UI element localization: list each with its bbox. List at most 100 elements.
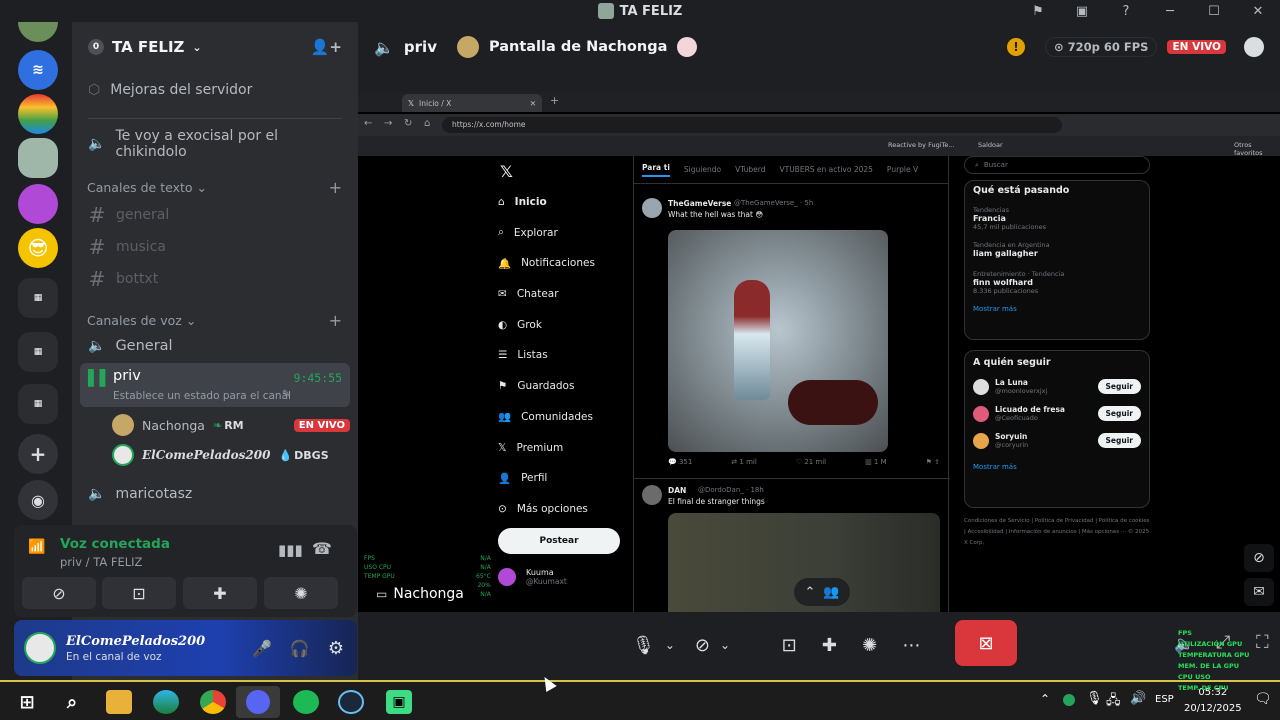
chevron-down-icon[interactable]: ⌄	[720, 638, 730, 652]
search-icon[interactable]: ⌕	[59, 690, 85, 714]
bookmark-icon[interactable]: ⚑ ⇪	[926, 458, 940, 466]
nav-inicio[interactable]: ⌂ Inicio	[498, 187, 628, 218]
app-icon[interactable]: ▣	[386, 690, 412, 714]
server-icon[interactable]	[18, 94, 58, 134]
voice-channel-maricotasz[interactable]: 🔈 maricotasz	[72, 482, 208, 506]
steam-icon[interactable]	[338, 690, 364, 714]
follow-suggestion[interactable]: La Luna @moonloverxjxj Seguir	[973, 378, 1141, 395]
trend-item[interactable]: Entretenimiento · Tendencia finn wolfhard…	[973, 270, 1141, 295]
chat-bubble-icon[interactable]	[1244, 37, 1264, 57]
pin-icon[interactable]: ▣	[1060, 4, 1104, 19]
voice-channel-general[interactable]: 🔈 General	[72, 334, 189, 358]
mic-control[interactable]: 🎙 ⌄ ⊘ ⌄	[618, 622, 738, 668]
channel-status-hint[interactable]: Establece un estado para el canal	[113, 390, 291, 402]
bookmark-item[interactable]: Reactive by FugiTe...	[888, 141, 955, 149]
reload-icon[interactable]: ↻	[404, 118, 412, 129]
maximize-button[interactable]: ☐	[1192, 4, 1236, 19]
channel-announcement[interactable]: 🔈 Te voy a exocisal por el chikindolo	[72, 128, 358, 160]
fullscreen-icon[interactable]: ⛶	[1256, 632, 1269, 653]
new-tab-icon[interactable]: +	[550, 94, 559, 107]
voice-status[interactable]: Voz conectada	[60, 536, 170, 552]
chevron-down-icon[interactable]: ⌄	[665, 638, 675, 652]
repost-icon[interactable]: ⇄ 1 mil	[731, 458, 756, 466]
close-button[interactable]: ✕	[1236, 4, 1280, 19]
server-icon[interactable]: ≋	[18, 50, 58, 90]
category-voice[interactable]: Canales de voz ⌄ +	[72, 310, 358, 330]
tab-para-ti[interactable]: Para ti	[642, 163, 670, 177]
nav-notificaciones[interactable]: 🔔 Notificaciones	[498, 248, 628, 279]
show-more-link[interactable]: Mostrar más	[973, 305, 1141, 313]
status-dot-icon[interactable]	[1063, 694, 1075, 706]
invite-people-icon[interactable]: 👤+	[311, 38, 342, 56]
soundboard-button[interactable]: ✺	[264, 577, 338, 609]
trend-item[interactable]: Tendencias Francia 45,7 mil publicaciones	[973, 206, 1141, 231]
tab-purple[interactable]: Purple V	[887, 165, 918, 174]
avatar[interactable]	[24, 632, 56, 664]
stream-view[interactable]: 𝕏 Inicio / X ✕ + ← → ↻ ⌂ https://x.com/h…	[358, 92, 1280, 612]
help-icon[interactable]: ?	[1104, 4, 1148, 19]
camera-off-icon[interactable]: ⊘	[695, 635, 710, 656]
tab-siguiendo[interactable]: Siguiendo	[684, 165, 721, 174]
tab-vtubers[interactable]: VTUBERS en activo 2025	[779, 165, 872, 174]
search-input[interactable]: ⌕ Buscar	[964, 156, 1150, 174]
noise-suppression-icon[interactable]: ▮▮▮	[278, 541, 303, 559]
edge-icon[interactable]	[153, 690, 179, 714]
inbox-icon[interactable]: ⚑	[1016, 4, 1060, 19]
server-folder[interactable]: ▦	[18, 332, 58, 372]
add-channel-icon[interactable]: +	[329, 311, 342, 330]
channel-musica[interactable]: # musica	[72, 234, 182, 260]
follow-button[interactable]: Seguir	[1097, 406, 1141, 421]
post-button[interactable]: Postear	[498, 528, 620, 555]
voice-location[interactable]: priv / TA FELIZ	[60, 555, 142, 569]
pencil-icon[interactable]: ✎	[282, 389, 290, 400]
address-field[interactable]: https://x.com/home	[442, 117, 1062, 133]
reply-icon[interactable]: 💬 351	[668, 458, 692, 466]
chrome-icon[interactable]	[200, 690, 226, 714]
add-channel-icon[interactable]: +	[329, 178, 342, 197]
tweet[interactable]: DAN @DordoDan_ · 18h El final de strange…	[634, 478, 950, 612]
chevron-up-icon[interactable]: ⌃	[1040, 692, 1050, 706]
bookmark-item[interactable]: Saldoar	[978, 141, 1003, 149]
follow-suggestion[interactable]: Licuado de fresa @Ceoficuado Seguir	[973, 405, 1141, 422]
expand-participants-button[interactable]: ⌃ 👥	[794, 578, 850, 606]
discord-icon[interactable]	[236, 686, 280, 718]
browser-tab[interactable]: 𝕏 Inicio / X ✕	[402, 94, 542, 112]
nav-listas[interactable]: ☰ Listas	[498, 340, 628, 371]
settings-gear-icon[interactable]: ⚙	[328, 638, 344, 659]
server-folder[interactable]: ▦	[18, 278, 58, 318]
tab-vtuberd[interactable]: VTuberd	[735, 165, 765, 174]
inbox-button[interactable]: ✉	[1244, 578, 1274, 606]
bookmark-item[interactable]: Otros favoritos	[1234, 141, 1280, 157]
x-logo-icon[interactable]: 𝕏	[498, 156, 628, 187]
action-controls[interactable]: ⊡ ✚ ✺ ⋯	[760, 622, 942, 668]
network-icon[interactable]: 🖧	[1106, 691, 1121, 713]
spotify-icon[interactable]	[293, 690, 319, 714]
nav-grok[interactable]: ◐ Grok	[498, 309, 628, 340]
follow-suggestion[interactable]: Soryuin @coryurin Seguir	[973, 432, 1141, 449]
server-folder[interactable]: ▦	[18, 384, 58, 424]
headphones-icon[interactable]: 🎧	[290, 639, 310, 658]
tweet[interactable]: TheGameVerse @TheGameVerse_ · 5h What th…	[634, 192, 950, 472]
server-icon[interactable]	[18, 138, 58, 178]
nav-explorar[interactable]: ⌕ Explorar	[498, 217, 628, 248]
add-server-icon[interactable]: +	[18, 434, 58, 474]
channel-general[interactable]: # general	[72, 202, 185, 228]
notifications-icon[interactable]: 🗨	[1254, 691, 1272, 707]
back-icon[interactable]: ←	[364, 118, 372, 129]
trend-item[interactable]: Tendencia en Argentina liam gallagher	[973, 241, 1141, 258]
nav-mas-opciones[interactable]: ⊙ Más opciones	[498, 494, 628, 525]
follow-button[interactable]: Seguir	[1097, 433, 1141, 448]
voice-member[interactable]: ElComePelados200 💧 DBGS	[112, 444, 350, 466]
microphone-icon[interactable]: 🎤	[252, 639, 272, 658]
home-icon[interactable]: ⌂	[424, 118, 430, 129]
end-stream-button[interactable]: ⊠	[955, 620, 1017, 666]
activities-icon[interactable]: ✚	[822, 635, 837, 656]
nav-premium[interactable]: 𝕏 Premium	[498, 432, 628, 463]
follow-button[interactable]: Seguir	[1097, 379, 1141, 394]
minimize-button[interactable]: ─	[1148, 4, 1192, 19]
server-header[interactable]: 0 TA FELIZ ⌄ 👤+	[72, 22, 358, 72]
tweet-media[interactable]	[668, 230, 888, 452]
voice-channel-priv[interactable]: ▌▌ priv 9:45:55 Establece un estado para…	[80, 363, 350, 407]
windows-start-icon[interactable]: ⊞	[14, 690, 40, 714]
volume-icon[interactable]: 🔊	[1130, 691, 1146, 706]
